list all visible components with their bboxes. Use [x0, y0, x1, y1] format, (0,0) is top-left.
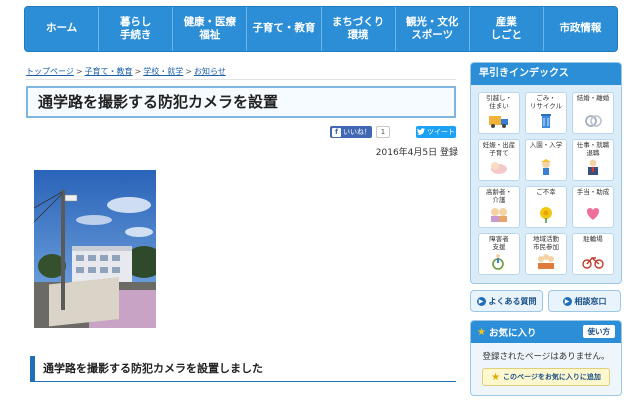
- bicycle-icon: [582, 257, 604, 269]
- index-item-bicycle-parking[interactable]: 駐輪場: [572, 233, 614, 275]
- facebook-like-count: 1: [376, 126, 390, 138]
- index-item-label: 妊娠・出産 子育て: [482, 141, 516, 157]
- star-icon: ★: [491, 371, 501, 383]
- nav-childcare[interactable]: 子育て・教育: [247, 7, 322, 51]
- heart-hands-icon: [586, 208, 600, 220]
- trash-bin-icon: [541, 114, 551, 128]
- nav-town[interactable]: まちづくり 環境: [322, 7, 396, 51]
- breadcrumb-separator: >: [185, 67, 192, 76]
- consultation-button[interactable]: ▶ 相談窓口: [548, 290, 621, 312]
- breadcrumb-separator: >: [134, 67, 142, 76]
- faq-label: よくある質問: [488, 296, 537, 306]
- nav-health[interactable]: 健康・医療 福祉: [173, 7, 248, 51]
- consultation-label: 相談窓口: [574, 296, 607, 306]
- index-item-label: 引越し・ 住まい: [486, 94, 512, 110]
- quick-index-title: 早引きインデックス: [471, 63, 621, 85]
- add-to-favorites-button[interactable]: ★ このページをお気に入りに追加: [482, 368, 610, 386]
- chrysanthemum-icon: [540, 207, 552, 223]
- baby-icon: [491, 162, 507, 174]
- index-item-garbage[interactable]: ごみ・ リサイクル: [525, 92, 567, 134]
- index-item-childbirth[interactable]: 妊娠・出産 子育て: [478, 139, 520, 181]
- index-item-work[interactable]: 仕事・就職 退職: [572, 139, 614, 181]
- quick-index-panel: 早引きインデックス 引越し・ 住まい ごみ・ リサイクル 結婚・離婚 妊娠・出産…: [470, 62, 622, 284]
- favorites-empty-message: 登録されたページはありません。: [482, 352, 610, 362]
- nav-living[interactable]: 暮らし 手続き: [99, 7, 174, 51]
- index-item-label: 地域活動 市民参加: [533, 235, 559, 251]
- favorites-howto-button[interactable]: 使い方: [582, 325, 615, 338]
- index-item-label: ご不幸: [536, 188, 556, 196]
- nav-tourism[interactable]: 観光・文化 スポーツ: [396, 7, 470, 51]
- index-item-marriage[interactable]: 結婚・離婚: [572, 92, 614, 134]
- community-icon: [538, 254, 554, 269]
- breadcrumb-top[interactable]: トップページ: [26, 67, 74, 76]
- worker-icon: [588, 159, 598, 175]
- breadcrumb-divider: [26, 79, 456, 80]
- registration-date: 2016年4月5日 登録: [375, 148, 458, 158]
- index-item-moving[interactable]: 引越し・ 住まい: [478, 92, 520, 134]
- nav-home[interactable]: ホーム: [25, 7, 100, 51]
- rings-icon: [585, 115, 602, 127]
- index-item-allowance[interactable]: 手当・助成: [572, 186, 614, 228]
- favorites-panel: ★ お気に入り 使い方 登録されたページはありません。 ★ このページをお気に入…: [470, 320, 622, 396]
- index-item-label: ごみ・ リサイクル: [529, 94, 563, 110]
- index-item-label: 仕事・就職 退職: [576, 141, 610, 157]
- arrow-right-icon: ▶: [562, 296, 572, 306]
- tweet-button[interactable]: ツイート: [416, 126, 456, 138]
- wheelchair-icon: [492, 254, 504, 270]
- index-item-label: 障害者 支援: [489, 235, 509, 251]
- arrow-right-icon: ▶: [476, 296, 486, 306]
- index-item-label: 手当・助成: [576, 188, 610, 196]
- breadcrumb-news[interactable]: お知らせ: [194, 67, 226, 76]
- favorites-header: ★ お気に入り 使い方: [471, 321, 621, 343]
- breadcrumb: トップページ > 子育て・教育 > 学校・就学 > お知らせ: [26, 66, 226, 77]
- index-item-label: 入園・入学: [529, 141, 563, 149]
- breadcrumb-school[interactable]: 学校・就学: [143, 67, 183, 76]
- elderly-icon: [491, 208, 507, 222]
- breadcrumb-separator: >: [75, 67, 83, 76]
- index-item-label: 結婚・離婚: [576, 94, 610, 102]
- index-item-label: 駐輪場: [583, 235, 603, 243]
- index-item-school-entry[interactable]: 入園・入学: [525, 139, 567, 181]
- school-kid-icon: [541, 159, 551, 175]
- page-title: 通学路を撮影する防犯カメラを設置: [26, 86, 456, 118]
- moving-truck-icon: [489, 116, 508, 128]
- star-icon: ★: [477, 326, 486, 338]
- tweet-label: ツイート: [427, 128, 455, 136]
- nav-industry[interactable]: 産業 しごと: [470, 7, 544, 51]
- twitter-icon: [417, 127, 425, 137]
- index-item-elderly[interactable]: 高齢者・ 介護: [478, 186, 520, 228]
- quick-index-grid: 引越し・ 住まい ごみ・ リサイクル 結婚・離婚 妊娠・出産 子育て 入園・入学…: [471, 85, 621, 275]
- security-camera-photo: [34, 170, 156, 328]
- add-to-favorites-label: このページをお気に入りに追加: [503, 373, 601, 381]
- index-item-label: 高齢者・ 介護: [486, 188, 512, 204]
- facebook-like-label: いいね！: [343, 128, 371, 136]
- global-nav: ホーム 暮らし 手続き 健康・医療 福祉 子育て・教育 まちづくり 環境 観光・…: [24, 6, 618, 52]
- index-item-community[interactable]: 地域活動 市民参加: [525, 233, 567, 275]
- index-item-disability[interactable]: 障害者 支援: [478, 233, 520, 275]
- index-item-bereavement[interactable]: ご不幸: [525, 186, 567, 228]
- faq-button[interactable]: ▶ よくある質問: [470, 290, 543, 312]
- section-heading: 通学路を撮影する防犯カメラを設置しました: [30, 356, 456, 382]
- favorites-title: お気に入り: [488, 328, 537, 339]
- nav-city-info[interactable]: 市政情報: [544, 7, 617, 51]
- facebook-like-button[interactable]: f いいね！: [330, 126, 372, 138]
- breadcrumb-childcare[interactable]: 子育て・教育: [85, 67, 133, 76]
- facebook-icon: f: [332, 127, 341, 137]
